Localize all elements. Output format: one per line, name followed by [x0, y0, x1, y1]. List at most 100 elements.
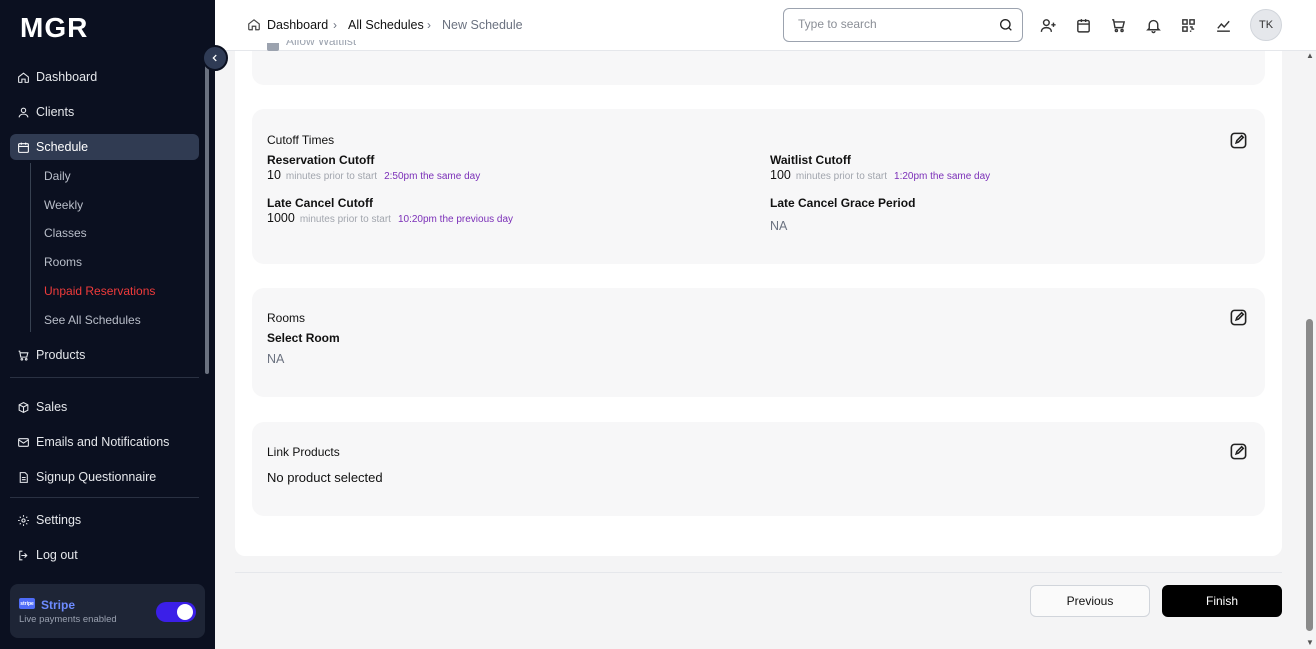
late-cancel-grace-value: NA — [770, 219, 788, 233]
rooms-card: Rooms Select Room NA — [252, 288, 1265, 397]
value-number: 1000 — [267, 211, 295, 225]
breadcrumb-separator: › — [427, 18, 431, 32]
allow-waitlist-label: Allow Waitlist — [286, 40, 357, 48]
app-logo: MGR — [20, 12, 89, 43]
sidebar-item-dashboard[interactable]: Dashboard — [10, 64, 199, 90]
chevron-left-icon — [212, 54, 217, 62]
select-room-label: Select Room — [267, 331, 340, 345]
sidebar-item-label: Sales — [36, 400, 68, 414]
home-icon — [247, 17, 261, 31]
sidebar-item-label: Settings — [36, 513, 82, 527]
link-products-title: Link Products — [267, 445, 340, 459]
scroll-down-arrow-icon[interactable]: ▼ — [1306, 638, 1314, 647]
value-unit: minutes prior to start — [299, 214, 391, 225]
sidebar-item-schedule[interactable]: Schedule — [10, 134, 199, 160]
link-products-card: Link Products No product selected — [252, 422, 1265, 516]
calendar-icon[interactable] — [1074, 16, 1092, 34]
page-scrollbar[interactable]: ▲ ▼ — [1303, 51, 1316, 649]
stripe-logo-icon: stripe — [19, 598, 35, 609]
edit-cutoff-icon[interactable] — [1229, 131, 1249, 151]
waitlist-cutoff-label: Waitlist Cutoff — [770, 153, 851, 167]
sidebar-scrollbar[interactable] — [205, 62, 209, 374]
value-unit: minutes prior to start — [795, 171, 888, 182]
footer-divider — [235, 572, 1282, 573]
sidebar-subitem-unpaid-reservations[interactable]: Unpaid Reservations — [44, 281, 155, 301]
toggle-knob — [177, 604, 193, 620]
chart-icon[interactable] — [1214, 16, 1232, 34]
sidebar-item-label: Emails and Notifications — [36, 435, 170, 449]
linked-products-value: No product selected — [267, 470, 383, 485]
search-icon[interactable] — [998, 17, 1014, 33]
value-time: 2:50pm the same day — [384, 171, 481, 182]
sidebar-item-logout[interactable]: Log out — [10, 542, 199, 568]
sidebar-item-clients[interactable]: Clients — [10, 99, 199, 125]
mail-icon — [16, 435, 30, 449]
sidebar-divider — [10, 497, 199, 498]
search-input[interactable] — [798, 17, 988, 31]
late-cancel-grace-label: Late Cancel Grace Period — [770, 196, 916, 210]
sidebar-item-label: Products — [36, 348, 86, 362]
sidebar-subitem-weekly[interactable]: Weekly — [44, 195, 83, 215]
edit-products-icon[interactable] — [1229, 442, 1249, 462]
late-cancel-cutoff-label: Late Cancel Cutoff — [267, 196, 374, 210]
value-time: 1:20pm the same day — [894, 171, 991, 182]
sidebar-item-label: Clients — [36, 105, 75, 119]
sidebar-item-settings[interactable]: Settings — [10, 507, 199, 533]
edit-rooms-icon[interactable] — [1229, 308, 1249, 328]
sidebar: MGR Dashboard Clients Schedule Daily Wee… — [0, 0, 215, 649]
late-cancel-cutoff-value: 1000 minutes prior to start 10:20pm the … — [267, 211, 513, 225]
sidebar-item-label: Schedule — [36, 140, 89, 154]
sidebar-subitem-daily[interactable]: Daily — [44, 166, 71, 186]
stripe-toggle[interactable] — [156, 602, 196, 622]
sidebar-item-label: Dashboard — [36, 70, 98, 84]
sidebar-subitem-classes[interactable]: Classes — [44, 223, 87, 243]
previous-button[interactable]: Previous — [1030, 585, 1150, 617]
gear-icon — [16, 513, 30, 527]
document-icon — [16, 470, 30, 484]
value-time: 10:20pm the previous day — [397, 214, 514, 225]
sidebar-item-sales[interactable]: Sales — [10, 394, 199, 420]
bell-icon[interactable] — [1144, 16, 1162, 34]
waitlist-card — [252, 51, 1265, 85]
reservation-cutoff-label: Reservation Cutoff — [267, 153, 375, 167]
logout-icon — [16, 548, 30, 562]
sidebar-item-products[interactable]: Products — [10, 342, 199, 368]
scroll-up-arrow-icon[interactable]: ▲ — [1306, 51, 1314, 60]
sidebar-subitem-rooms[interactable]: Rooms — [44, 252, 82, 272]
qr-code-icon[interactable] — [1179, 16, 1197, 34]
stripe-title: Stripe — [41, 598, 76, 612]
home-icon — [16, 70, 30, 84]
select-room-value: NA — [267, 352, 285, 366]
scroll-thumb[interactable] — [1306, 319, 1313, 631]
calendar-icon — [16, 140, 30, 154]
sidebar-collapse-button[interactable] — [202, 45, 228, 71]
sidebar-item-signup-questionnaire[interactable]: Signup Questionnaire — [10, 464, 199, 490]
value-number: 10 — [267, 168, 281, 182]
finish-button[interactable]: Finish — [1162, 585, 1282, 617]
value-number: 100 — [770, 168, 791, 182]
sidebar-item-label: Signup Questionnaire — [36, 470, 157, 484]
sidebar-item-emails-notifications[interactable]: Emails and Notifications — [10, 429, 199, 455]
reservation-cutoff-value: 10 minutes prior to start 2:50pm the sam… — [267, 168, 480, 182]
cutoff-times-title: Cutoff Times — [267, 133, 335, 147]
stripe-subtitle: Live payments enabled — [19, 614, 117, 625]
sidebar-divider — [10, 377, 199, 378]
top-header: Dashboard › All Schedules › New Schedule… — [215, 0, 1316, 51]
cutoff-times-card: Cutoff Times Reservation Cutoff 10 minut… — [252, 109, 1265, 264]
user-avatar[interactable]: TK — [1250, 9, 1282, 41]
sidebar-subitem-see-all-schedules[interactable]: See All Schedules — [44, 310, 141, 330]
cart-icon[interactable] — [1109, 16, 1127, 34]
breadcrumb-all-schedules[interactable]: All Schedules — [348, 18, 424, 32]
allow-waitlist-checkbox[interactable] — [267, 43, 279, 51]
box-icon — [16, 400, 30, 414]
user-icon — [16, 105, 30, 119]
submenu-line — [30, 163, 31, 332]
breadcrumb-dashboard[interactable]: Dashboard — [267, 18, 328, 32]
rooms-title: Rooms — [267, 311, 306, 325]
add-user-icon[interactable] — [1039, 16, 1057, 34]
cart-icon — [16, 348, 30, 362]
waitlist-cutoff-value: 100 minutes prior to start 1:20pm the sa… — [770, 168, 990, 182]
stripe-card: stripe Stripe Live payments enabled — [10, 584, 205, 638]
breadcrumb-new-schedule: New Schedule — [442, 18, 523, 32]
breadcrumb-separator: › — [333, 18, 337, 32]
